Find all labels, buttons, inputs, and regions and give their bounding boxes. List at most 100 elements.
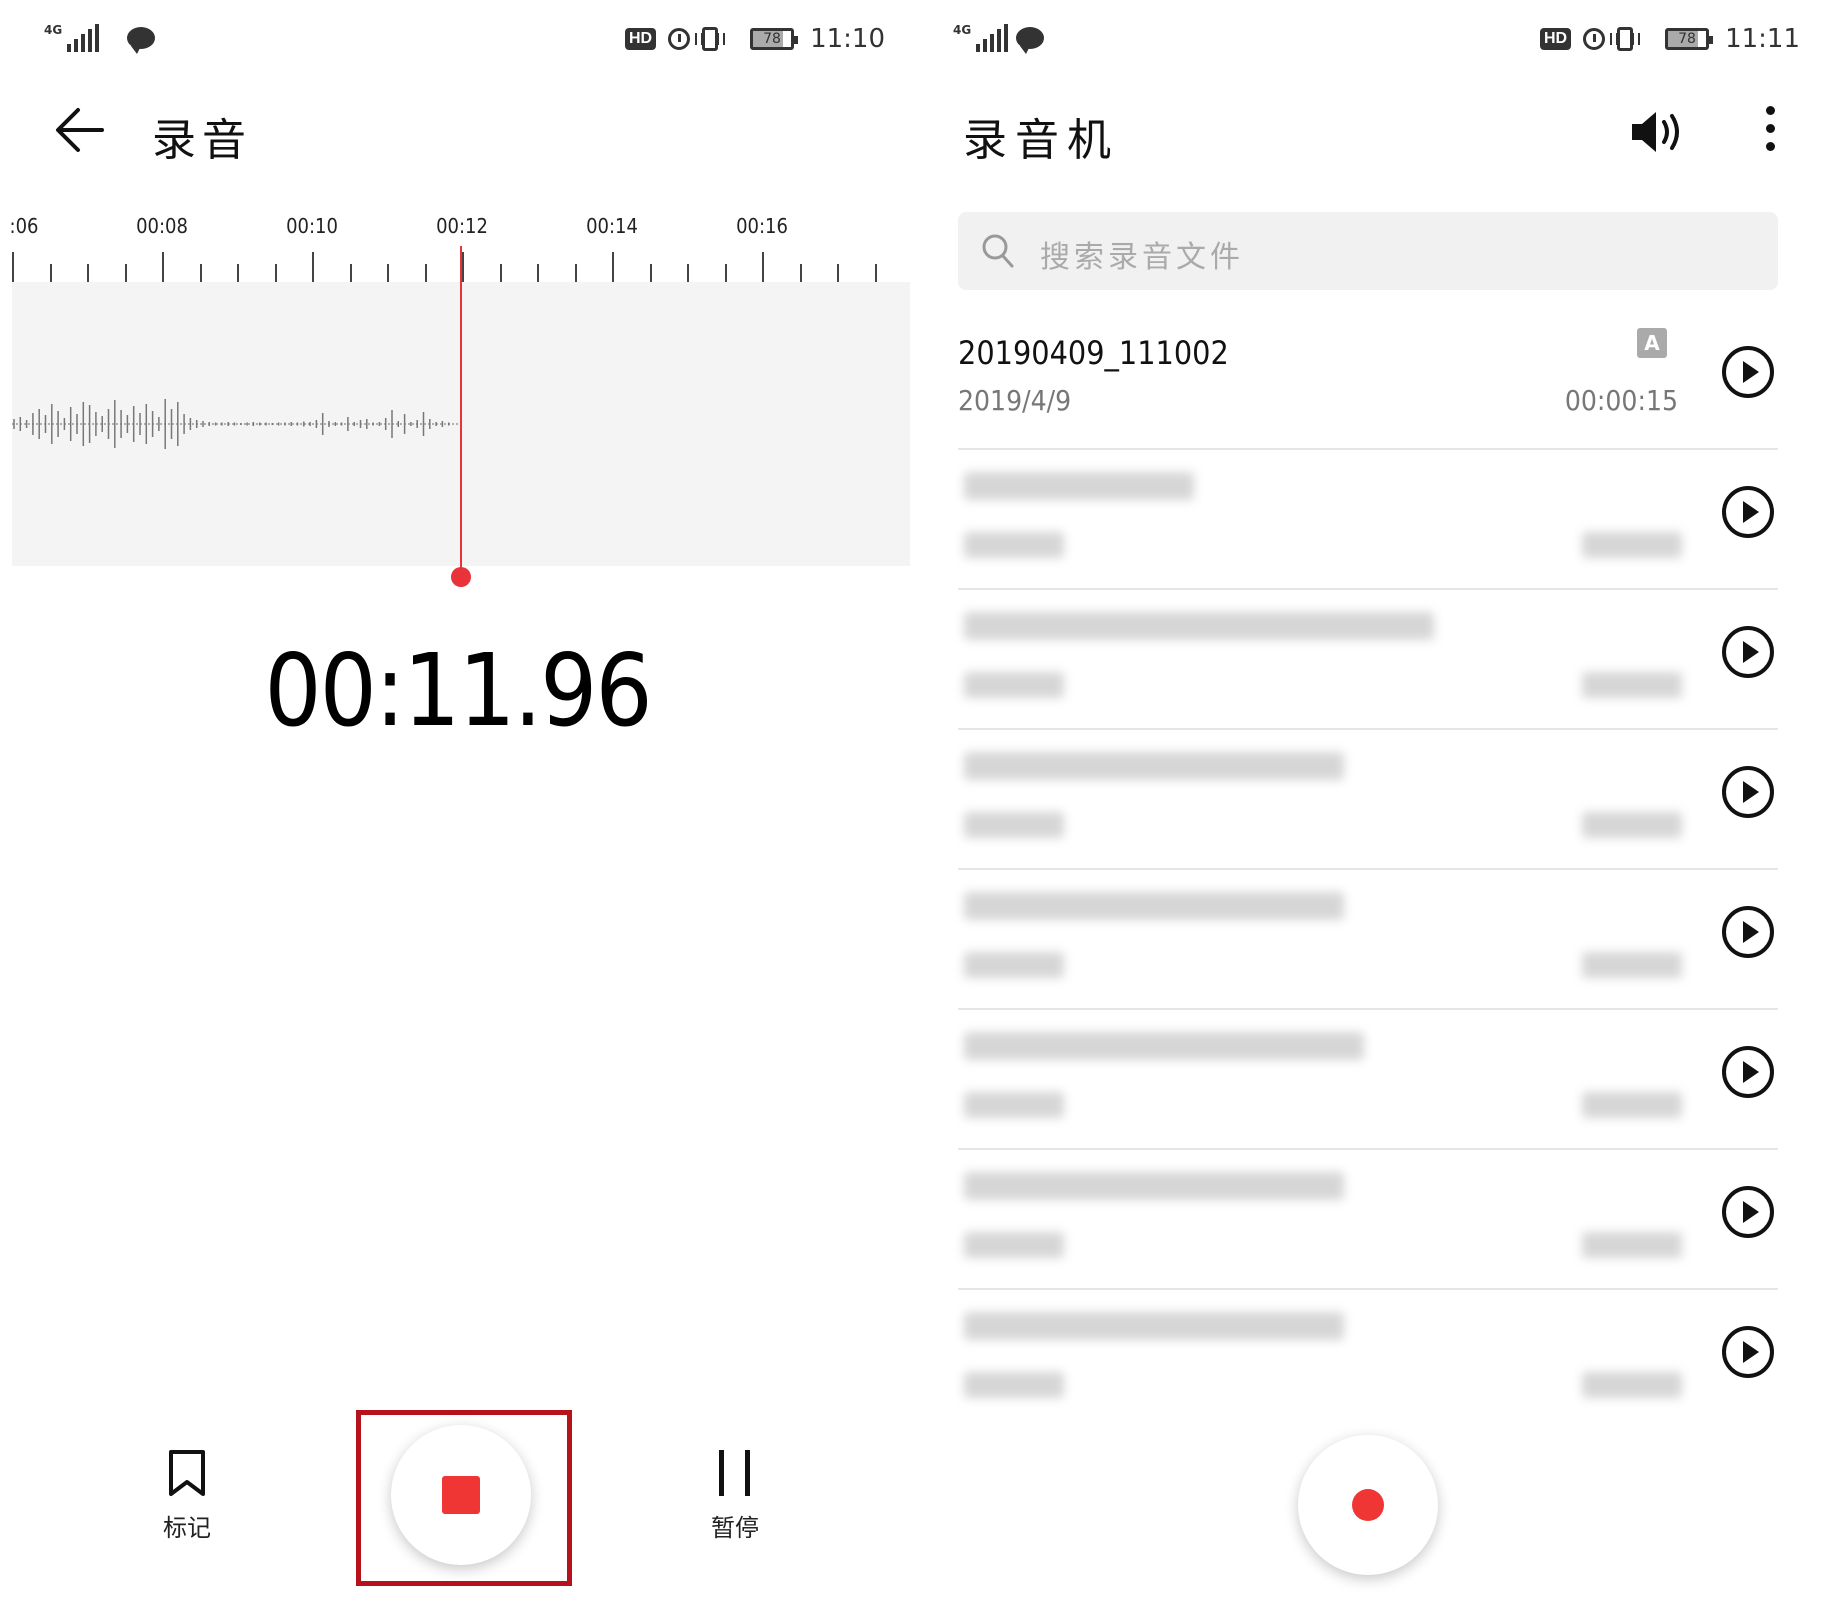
search-placeholder: 搜索录音文件 [1040,240,1244,275]
status-bar: 4G HD 78 11:10 [0,22,915,62]
play-icon[interactable] [1722,346,1774,398]
timeline-tick [649,264,652,282]
timeline-tick [724,264,727,282]
network-type: 4G [44,23,63,37]
timeline-tick [837,264,839,282]
more-options-icon[interactable] [1755,106,1785,158]
timeline-tick [499,264,502,282]
blurred-date [964,1372,1064,1398]
timeline-label: 00:10 [286,214,338,238]
page-title: 录音 [152,115,252,166]
blurred-date [964,952,1064,978]
timeline-label: 00:08 [136,214,188,238]
timeline-tick [462,252,464,282]
blurred-date [964,1092,1064,1118]
timeline-tick [387,264,389,282]
timeline-label: 00:16 [736,214,788,238]
blurred-name [964,1032,1364,1060]
search-field[interactable]: 搜索录音文件 [958,212,1778,290]
blurred-date [964,672,1064,698]
mark-label: 标记 [163,1514,211,1542]
battery-level: 78 [1678,31,1696,47]
message-notification-icon [127,27,156,54]
status-bar: 4G HD 78 11:11 [915,22,1830,62]
battery-level: 78 [763,31,781,47]
recording-item[interactable]: 20190409_111002 2019/4/9 A 00:00:15 [958,310,1778,450]
timeline-tick [49,264,52,282]
recording-timer: 00:11.96 [264,632,652,749]
start-recording-button[interactable] [1298,1435,1438,1575]
back-arrow-icon[interactable] [50,100,110,160]
recording-item[interactable] [958,590,1778,730]
battery-icon: 78 [750,28,799,50]
blurred-duration [1582,1372,1682,1398]
recording-item[interactable] [958,1150,1778,1290]
timeline-tick [574,264,577,282]
timeline-label: :06 [9,214,39,238]
pause-button[interactable]: 暂停 [685,1448,785,1543]
timeline-label: 00:12 [436,214,488,238]
blurred-name [964,752,1344,780]
status-time: 11:11 [1725,24,1800,54]
record-icon [1352,1489,1384,1521]
blurred-duration [1582,952,1682,978]
play-icon[interactable] [1722,1326,1774,1378]
recording-item[interactable] [958,450,1778,590]
timeline-tick [424,264,427,282]
recording-name: 20190409_111002 [958,334,1229,372]
timeline-tick [124,264,127,282]
hd-voice-icon: HD [1539,28,1572,50]
timeline-tick [799,264,802,282]
recording-item[interactable] [958,1010,1778,1150]
recording-item[interactable] [958,730,1778,870]
timeline-tick [274,264,277,282]
blurred-date [964,532,1064,558]
blurred-date [964,1232,1064,1258]
timeline-tick [237,264,239,282]
blurred-duration [1582,532,1682,558]
vibrate-icon [1610,27,1641,51]
blurred-name [964,1172,1344,1200]
timeline-tick [612,252,614,282]
timeline-tick [87,264,89,282]
timeline-tick [537,264,539,282]
blurred-duration [1582,1232,1682,1258]
play-icon[interactable] [1722,766,1774,818]
blurred-date [964,812,1064,838]
blurred-name [964,1312,1344,1340]
highlight-box [356,1410,572,1586]
recorder-list-screen: 4G HD 78 11:11 录音机 搜索录音文件 20190409_11100… [915,0,1830,1624]
bookmark-icon [169,1450,205,1496]
recording-duration: 00:00:15 [1564,384,1678,417]
app-title: 录音机 [963,115,1119,166]
blurred-duration [1582,672,1682,698]
battery-icon: 78 [1665,28,1714,50]
alarm-icon [668,28,691,50]
play-icon[interactable] [1722,486,1774,538]
blurred-name [964,892,1344,920]
recording-date: 2019/4/9 [958,384,1072,417]
recording-item[interactable] [958,1290,1778,1430]
play-icon[interactable] [1722,626,1774,678]
pause-label: 暂停 [711,1514,759,1542]
signal-icon: 4G [44,23,100,52]
blurred-name [964,612,1434,640]
status-time: 11:10 [810,24,885,54]
search-icon [982,234,1014,268]
timeline-tick [12,252,14,282]
signal-icon: 4G [953,24,1009,52]
blurred-duration [1582,1092,1682,1118]
speaker-icon[interactable] [1630,106,1688,158]
recording-item[interactable] [958,870,1778,1010]
pause-icon [719,1450,750,1496]
play-icon[interactable] [1722,1046,1774,1098]
timeline-tick [199,264,202,282]
timeline-label: 00:14 [586,214,638,238]
waveform [12,399,460,449]
vibrate-icon [695,27,726,51]
play-icon[interactable] [1722,1186,1774,1238]
play-icon[interactable] [1722,906,1774,958]
playhead-handle[interactable] [451,567,471,587]
playhead-line [460,246,462,576]
mark-button[interactable]: 标记 [137,1448,237,1543]
